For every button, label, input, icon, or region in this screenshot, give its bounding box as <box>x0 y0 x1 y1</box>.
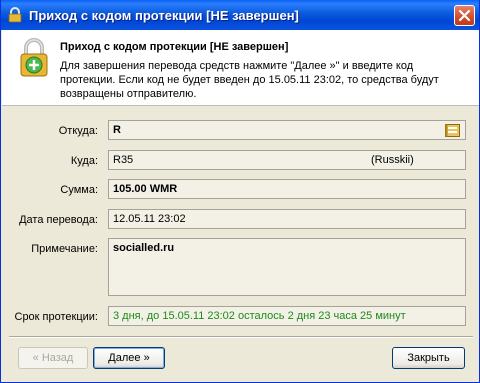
close-icon <box>458 9 471 22</box>
note-label: Примечание: <box>31 243 98 255</box>
title-bar[interactable]: Приход с кодом протекции [НЕ завершен] <box>1 0 479 30</box>
date-field: 12.05.11 23:02 <box>108 209 466 229</box>
protection-value: 3 дня, до 15.05.11 23:02 осталось 2 дня … <box>113 310 406 322</box>
from-field[interactable]: R <box>108 120 466 140</box>
from-label: Откуда: <box>58 125 98 137</box>
next-button[interactable]: Далее » <box>93 347 165 369</box>
protection-field: 3 дня, до 15.05.11 23:02 осталось 2 дня … <box>108 306 466 326</box>
note-value: socialled.ru <box>113 242 175 254</box>
dialog-window: Приход с кодом протекции [НЕ завершен] П… <box>0 0 480 383</box>
date-label: Дата перевода: <box>19 214 98 226</box>
from-value: R <box>113 124 121 136</box>
protection-label: Срок протекции: <box>14 311 99 323</box>
to-value: R35 <box>113 154 134 166</box>
window-close-button[interactable] <box>454 5 475 26</box>
address-book-icon[interactable] <box>445 124 460 137</box>
back-button[interactable]: « Назад <box>18 347 88 369</box>
amount-value: 105.00 WMR <box>113 183 178 195</box>
header-title: Приход с кодом протекции [НЕ завершен] <box>60 41 289 53</box>
header-description: Для завершения перевода средств нажмите … <box>60 60 439 100</box>
button-divider <box>9 336 473 338</box>
to-label: Куда: <box>70 155 98 167</box>
padlock-add-icon <box>20 38 48 77</box>
to-name: (Russkii) <box>371 154 414 166</box>
note-field[interactable]: socialled.ru <box>108 238 466 296</box>
amount-label: Сумма: <box>60 184 98 196</box>
window-title: Приход с кодом протекции [НЕ завершен] <box>29 8 299 23</box>
date-value: 12.05.11 23:02 <box>113 213 186 225</box>
amount-field: 105.00 WMR <box>108 179 466 199</box>
close-button[interactable]: Закрыть <box>392 347 465 369</box>
header-panel: Приход с кодом протекции [НЕ завершен] Д… <box>2 30 479 106</box>
to-field: R35 (Russkii) <box>108 150 466 170</box>
padlock-icon <box>8 7 22 23</box>
